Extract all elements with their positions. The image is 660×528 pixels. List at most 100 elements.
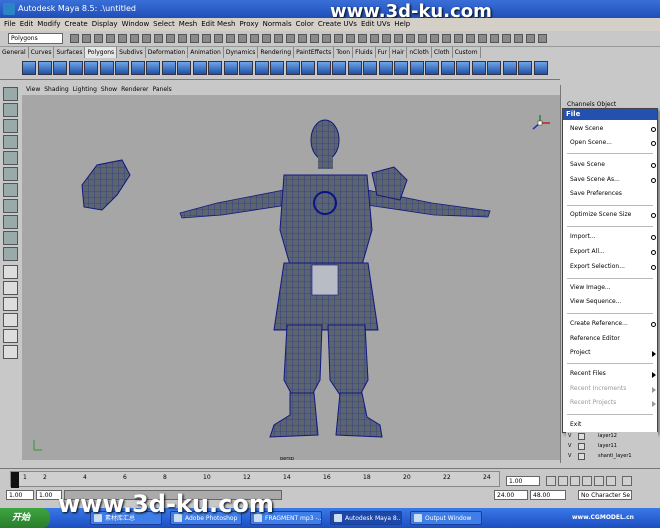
shelf-tab-custom[interactable]: Custom (453, 47, 481, 58)
layer-row[interactable]: Vlayer11 (566, 442, 658, 451)
layout-icon[interactable] (3, 281, 18, 295)
status-tool-icon[interactable] (334, 34, 343, 43)
start-button[interactable]: 开始 (0, 508, 50, 528)
menu-mesh[interactable]: Mesh (179, 20, 197, 28)
status-tool-icon[interactable] (466, 34, 475, 43)
character-set-field[interactable]: No Character Se (578, 490, 632, 500)
tool-icon[interactable] (3, 231, 18, 245)
file-menu-item-export-all[interactable]: Export All... (563, 248, 659, 258)
polygon-tool-icon[interactable] (223, 61, 238, 75)
key-icon[interactable] (622, 476, 632, 486)
playback-end-field[interactable]: 48.00 (530, 490, 566, 500)
tool-icon[interactable] (3, 103, 18, 117)
taskbar-button-4[interactable]: Output Window (410, 511, 482, 525)
polygon-tool-icon[interactable] (332, 61, 346, 75)
go-to-end-button[interactable] (606, 476, 616, 486)
polygon-tool-icon[interactable] (161, 61, 176, 75)
layer-template-box[interactable] (578, 443, 585, 450)
taskbar-button-3[interactable]: Autodesk Maya 8... (330, 511, 402, 525)
range-start-field[interactable]: 1.00 (6, 490, 34, 500)
layer-visibility-toggle[interactable]: V (568, 432, 571, 441)
status-tool-icon[interactable] (298, 34, 307, 43)
polygon-tool-icon[interactable] (254, 61, 269, 75)
file-menu-item-export-selection[interactable]: Export Selection... (563, 263, 659, 273)
current-frame-field[interactable]: 1.00 (506, 476, 540, 486)
status-tool-icon[interactable] (142, 34, 151, 43)
menu-file[interactable]: File (4, 20, 16, 28)
panel-menu-panels[interactable]: Panels (152, 86, 171, 93)
go-to-start-button[interactable] (546, 476, 556, 486)
panel-menu-shading[interactable]: Shading (44, 86, 68, 93)
polygon-tool-icon[interactable] (471, 61, 486, 75)
file-menu-item-save-preferences[interactable]: Save Preferences (563, 190, 659, 200)
file-menu-item-project[interactable]: Project (563, 349, 659, 359)
menu-normals[interactable]: Normals (263, 20, 292, 28)
status-tool-icon[interactable] (250, 34, 259, 43)
layer-visibility-toggle[interactable]: V (568, 442, 571, 451)
polygon-tool-icon[interactable] (115, 61, 129, 75)
polygon-tool-icon[interactable] (378, 61, 393, 75)
perspective-viewport[interactable]: persp (22, 95, 560, 460)
status-tool-icon[interactable] (382, 34, 391, 43)
layout-icon[interactable] (3, 265, 18, 279)
panel-menu-lighting[interactable]: Lighting (73, 86, 97, 93)
step-forward-button[interactable] (594, 476, 604, 486)
polygon-tool-icon[interactable] (146, 61, 160, 75)
status-tool-icon[interactable] (130, 34, 139, 43)
status-tool-icon[interactable] (394, 34, 403, 43)
status-tool-icon[interactable] (502, 34, 511, 43)
layer-visibility-toggle[interactable]: V (568, 452, 571, 461)
menu-modify[interactable]: Modify (37, 20, 60, 28)
status-tool-icon[interactable] (226, 34, 235, 43)
mode-selector[interactable]: Polygons (8, 33, 63, 44)
polygon-tool-icon[interactable] (347, 61, 362, 75)
menu-create-uvs[interactable]: Create UVs (318, 20, 357, 28)
polygon-tool-icon[interactable] (394, 61, 408, 75)
status-tool-icon[interactable] (82, 34, 91, 43)
status-tool-icon[interactable] (178, 34, 187, 43)
tool-icon[interactable] (3, 199, 18, 213)
polygon-tool-icon[interactable] (53, 61, 67, 75)
polygon-tool-icon[interactable] (84, 61, 98, 75)
option-box-icon[interactable] (651, 178, 656, 183)
menu-select[interactable]: Select (153, 20, 175, 28)
status-tool-icon[interactable] (154, 34, 163, 43)
file-menu-item-open-scene[interactable]: Open Scene... (563, 139, 659, 149)
status-tool-icon[interactable] (94, 34, 103, 43)
file-menu-item-save-scene[interactable]: Save Scene (563, 161, 659, 171)
status-tool-icon[interactable] (238, 34, 247, 43)
menu-proxy[interactable]: Proxy (239, 20, 258, 28)
file-menu-item-new-scene[interactable]: New Scene (563, 125, 659, 135)
polygon-tool-icon[interactable] (208, 61, 222, 75)
polygon-tool-icon[interactable] (192, 61, 207, 75)
shelf-tab-animation[interactable]: Animation (188, 47, 224, 58)
panel-menu-renderer[interactable]: Renderer (121, 86, 148, 93)
polygon-tool-icon[interactable] (285, 61, 300, 75)
polygon-tool-icon[interactable] (502, 61, 517, 75)
tool-icon[interactable] (3, 87, 18, 101)
polygon-tool-icon[interactable] (270, 61, 284, 75)
shelf-tab-deformation[interactable]: Deformation (146, 47, 189, 58)
menu-help[interactable]: Help (394, 20, 410, 28)
file-menu-item-recent-files[interactable]: Recent Files (563, 370, 659, 380)
shelf-tab-curves[interactable]: Curves (29, 47, 55, 58)
shelf-tab-toon[interactable]: Toon (334, 47, 354, 58)
polygon-tool-icon[interactable] (37, 61, 52, 75)
menu-create[interactable]: Create (64, 20, 87, 28)
panel-menu-view[interactable]: View (26, 86, 40, 93)
polygon-tool-icon[interactable] (177, 61, 191, 75)
polygon-tool-icon[interactable] (239, 61, 253, 75)
menu-edit-mesh[interactable]: Edit Mesh (201, 20, 235, 28)
polygon-tool-icon[interactable] (316, 61, 331, 75)
play-forward-button[interactable] (582, 476, 592, 486)
status-tool-icon[interactable] (454, 34, 463, 43)
play-back-button[interactable] (570, 476, 580, 486)
status-tool-icon[interactable] (514, 34, 523, 43)
shelf-tab-dynamics[interactable]: Dynamics (224, 47, 259, 58)
time-slider-track[interactable]: 1 2 4 6 8 10 12 14 16 18 20 22 24 (10, 471, 500, 488)
layer-template-box[interactable] (578, 433, 585, 440)
option-box-icon[interactable] (651, 235, 656, 240)
option-box-icon[interactable] (651, 250, 656, 255)
status-tool-icon[interactable] (490, 34, 499, 43)
layout-icon[interactable] (3, 345, 18, 359)
